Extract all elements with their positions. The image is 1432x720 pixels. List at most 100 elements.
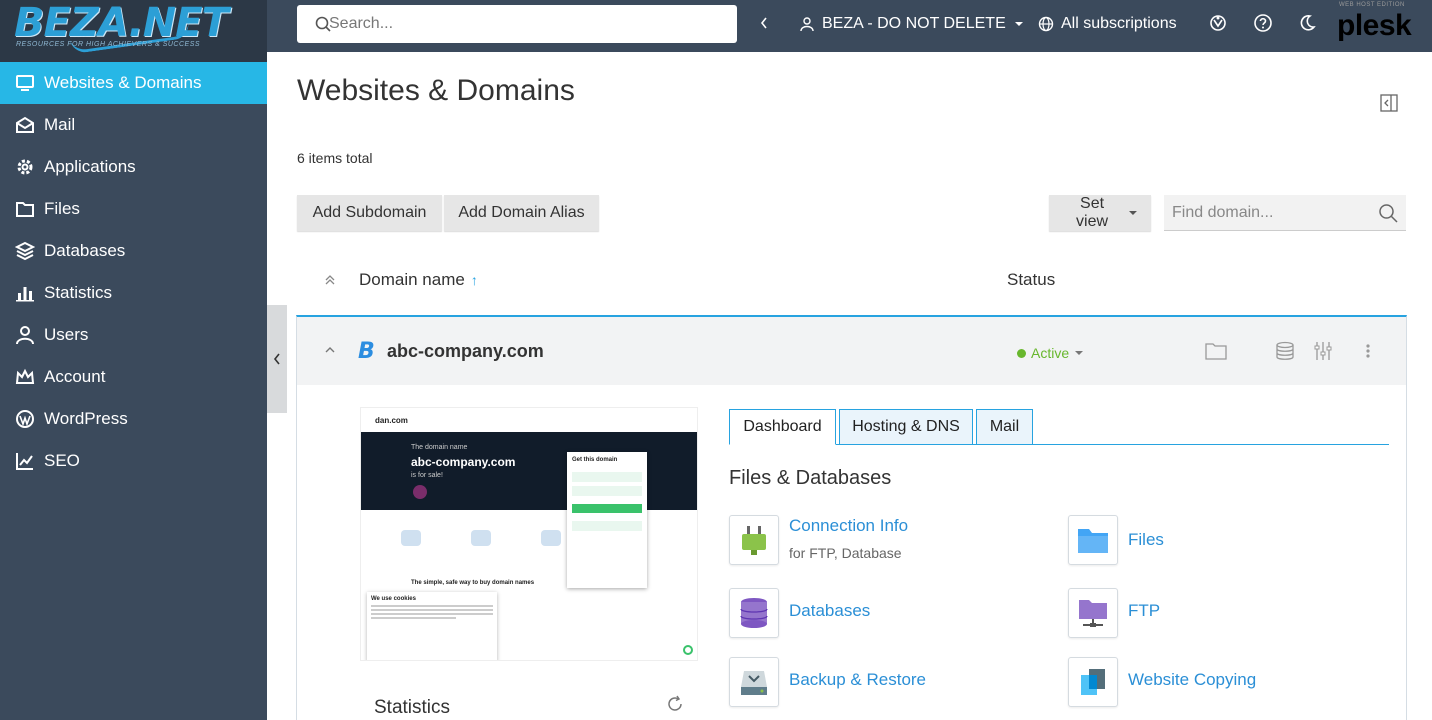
site-preview-thumbnail[interactable]: dan.com The domain name abc-company.com … [360, 407, 698, 661]
tile-ftp[interactable]: FTP [1068, 588, 1160, 638]
more-vertical-icon[interactable] [1365, 341, 1371, 361]
domain-name-link[interactable]: abc-company.com [387, 341, 544, 362]
sidebar-item-label: Statistics [44, 283, 113, 302]
find-domain-input[interactable] [1164, 195, 1364, 231]
crown-icon [15, 368, 35, 384]
sidebar-item-seo[interactable]: SEO [0, 440, 267, 482]
tile-description: for FTP, Database [789, 545, 902, 561]
set-view-button[interactable]: Set view [1049, 195, 1151, 231]
brand-logo[interactable]: BEZA.NET RESOURCES FOR HIGH ACHIEVERS & … [0, 0, 267, 62]
chevron-left-icon[interactable] [759, 14, 769, 32]
dark-mode-moon-icon[interactable] [1297, 13, 1317, 33]
add-domain-alias-button[interactable]: Add Domain Alias [444, 195, 599, 231]
tile-databases[interactable]: Databases [729, 588, 870, 638]
backup-icon [741, 671, 767, 695]
database-icon[interactable] [1275, 341, 1295, 361]
tab-hosting-dns[interactable]: Hosting & DNS [839, 409, 973, 445]
tile-website-copying[interactable]: Website Copying [1068, 657, 1256, 707]
preview-line [371, 609, 493, 611]
tab-label: Hosting & DNS [852, 418, 960, 435]
tile-icon-box [1068, 515, 1118, 565]
copy-icon [1081, 669, 1105, 695]
status-dropdown[interactable]: Active [1017, 345, 1084, 361]
subscription-selector[interactable]: BEZA - DO NOT DELETE [799, 0, 1033, 48]
domain-row[interactable]: B abc-company.com Active [297, 317, 1406, 385]
gear-icon [17, 159, 33, 175]
files-folder-icon [1078, 529, 1108, 553]
tile-icon-box [1068, 657, 1118, 707]
preview-card-block [572, 521, 642, 531]
tile-link[interactable]: FTP [1128, 600, 1160, 622]
panel-toggle-icon[interactable] [1380, 94, 1398, 112]
database-icon [740, 598, 768, 628]
tile-files[interactable]: Files [1068, 515, 1164, 565]
sidebar-nav: Websites & Domains Mail Applications Fil… [0, 62, 267, 482]
plesk-logo: plesk [1337, 9, 1412, 42]
domain-card: B abc-company.com Active dan.com The dom… [296, 315, 1407, 720]
sidebar-item-statistics[interactable]: Statistics [0, 272, 267, 314]
tile-connection-info[interactable]: Connection Info for FTP, Database [729, 515, 908, 565]
sidebar-item-label: SEO [44, 451, 80, 470]
status-label: Active [1031, 345, 1070, 361]
sidebar-item-wordpress[interactable]: WordPress [0, 398, 267, 440]
tile-link[interactable]: Website Copying [1128, 669, 1256, 691]
sidebar-item-mail[interactable]: Mail [0, 104, 267, 146]
preview-line3: is for sale! [411, 472, 443, 479]
search-input[interactable] [329, 5, 719, 43]
add-subdomain-button[interactable]: Add Subdomain [297, 195, 442, 231]
sidebar-item-users[interactable]: Users [0, 314, 267, 356]
cloud-services-icon[interactable] [1208, 13, 1228, 33]
sidebar-item-label: Websites & Domains [44, 73, 202, 92]
preview-line1: The domain name [411, 444, 468, 451]
sidebar-collapse-handle[interactable] [267, 305, 287, 413]
preview-line [371, 613, 493, 615]
tile-link[interactable]: Connection Info [789, 515, 908, 537]
sidebar-item-applications[interactable]: Applications [0, 146, 267, 188]
layers-icon [15, 241, 35, 261]
preview-card-button [572, 504, 642, 513]
tab-label: Dashboard [743, 418, 822, 435]
sidebar-item-websites-domains[interactable]: Websites & Domains [0, 62, 267, 104]
tile-icon-box [729, 515, 779, 565]
tile-icon-box [729, 588, 779, 638]
subscription-name: BEZA - DO NOT DELETE [822, 15, 1006, 32]
set-view-label: Set view [1076, 195, 1109, 230]
monitor-icon [16, 75, 34, 91]
sidebar-item-account[interactable]: Account [0, 356, 267, 398]
tile-link[interactable]: Databases [789, 600, 870, 622]
sidebar-item-databases[interactable]: Databases [0, 230, 267, 272]
chevron-up-icon[interactable] [324, 345, 336, 355]
tile-link[interactable]: Backup & Restore [789, 669, 926, 691]
tile-backup-restore[interactable]: Backup & Restore [729, 657, 926, 707]
main-content: Websites & Domains 6 items total Add Sub… [267, 52, 1432, 720]
preview-loading-icon [683, 645, 693, 655]
status-column-header: Status [1007, 262, 1055, 298]
tab-dashboard[interactable]: Dashboard [729, 409, 836, 445]
statistics-title: Statistics [374, 697, 451, 718]
find-domain-box[interactable] [1164, 195, 1406, 231]
globe-icon [1038, 16, 1054, 32]
tile-link[interactable]: Files [1128, 529, 1164, 551]
preview-heading: The simple, safe way to buy domain names [411, 580, 535, 586]
sidebar: BEZA.NET RESOURCES FOR HIGH ACHIEVERS & … [0, 0, 267, 720]
column-label: Domain name [359, 270, 465, 289]
all-subscriptions-label: All subscriptions [1061, 15, 1177, 32]
domain-tabs: Dashboard Hosting & DNS Mail [729, 409, 1389, 445]
sidebar-item-files[interactable]: Files [0, 188, 267, 230]
tab-mail[interactable]: Mail [976, 409, 1033, 445]
collapse-all-toggle[interactable] [323, 262, 337, 298]
refresh-icon[interactable] [665, 694, 685, 714]
all-subscriptions-link[interactable]: All subscriptions [1038, 0, 1177, 48]
double-chevron-up-icon [325, 275, 335, 285]
folder-icon[interactable] [1205, 341, 1227, 361]
domain-name-column-header[interactable]: Domain name ↑ [359, 262, 478, 298]
sidebar-item-label: Databases [44, 241, 126, 260]
help-icon[interactable] [1253, 13, 1273, 33]
preview-icons [401, 530, 561, 546]
preview-card-block [572, 486, 642, 496]
status-dot-icon [1017, 348, 1026, 358]
preview-feature-icon [471, 530, 491, 546]
global-search[interactable] [297, 5, 737, 43]
settings-sliders-icon[interactable] [1313, 341, 1333, 361]
sidebar-item-label: WordPress [44, 409, 128, 428]
